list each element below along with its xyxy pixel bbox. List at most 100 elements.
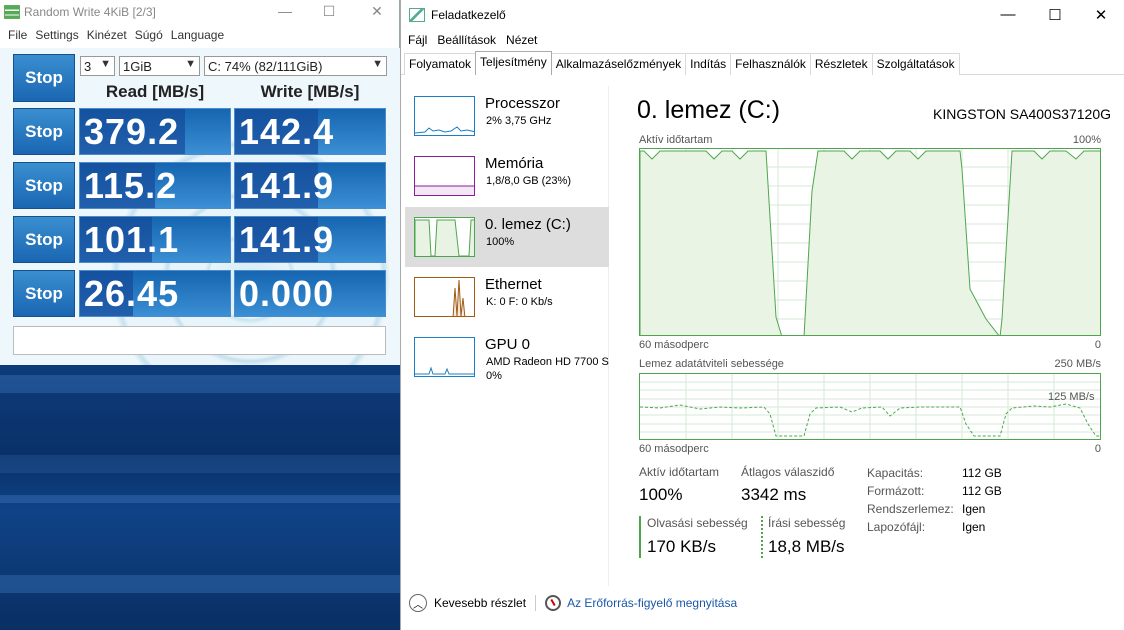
- cdm-titlebar: Random Write 4KiB [2/3] — ☐ ✕: [0, 0, 399, 24]
- graph2-max: 250 MB/s: [1054, 358, 1101, 370]
- stop-button-seq-q1[interactable]: Stop: [13, 216, 75, 263]
- stop-button-seq[interactable]: Stop: [13, 108, 75, 155]
- read-result-2: 115.2: [79, 162, 231, 209]
- menu-file[interactable]: Fájl: [403, 33, 432, 47]
- drive-value: C: 74% (82/111GiB): [208, 58, 323, 74]
- graph1-label: Aktív időtartam: [639, 134, 713, 146]
- read-speed-value: 170 KB/s: [647, 537, 716, 556]
- close-icon[interactable]: ✕: [364, 3, 390, 20]
- read-speed-label: Olvasási sebesség: [647, 516, 748, 530]
- sidebar-sub: AMD Radeon HD 7700 S: [486, 356, 609, 368]
- sidebar-item-memory[interactable]: Memória 1,8/8,0 GB (23%): [405, 146, 609, 206]
- cdm-menubar: File Settings Kinézet Súgó Language: [0, 24, 399, 45]
- tab-details[interactable]: Részletek: [809, 53, 873, 75]
- disk-thumbnail: [414, 217, 475, 257]
- stop-button-4k-q[interactable]: Stop: [13, 162, 75, 209]
- graph2-zero: 0: [1094, 443, 1101, 455]
- menu-file[interactable]: File: [4, 28, 31, 42]
- read-result-4: 26.45: [79, 270, 231, 317]
- info-value: 112 GB: [962, 484, 1002, 498]
- sidebar-sub: 100%: [486, 236, 515, 248]
- chevron-down-icon: ▼: [100, 58, 111, 70]
- tab-services[interactable]: Szolgáltatások: [871, 53, 960, 75]
- menu-options[interactable]: Beállítások: [432, 33, 501, 47]
- sidebar-item-ethernet[interactable]: Ethernet K: 0 F: 0 Kb/s: [405, 267, 609, 327]
- divider: [535, 595, 537, 611]
- stop-button-4k-q1[interactable]: Stop: [13, 270, 75, 317]
- graph2-mid: 125 MB/s: [1048, 391, 1095, 403]
- task-manager-window: Feladatkezelő — ☐ ✕ Fájl Beállítások Néz…: [400, 0, 1124, 630]
- footer: ︿ Kevesebb részlet Az Erőforrás-figyelő …: [409, 594, 737, 612]
- write-header: Write [MB/s]: [260, 82, 360, 101]
- read-result-1: 379.2: [79, 108, 231, 155]
- tab-performance[interactable]: Teljesítmény: [475, 51, 552, 75]
- transfer-rate-graph: 125 MB/s: [639, 373, 1101, 440]
- response-time-value: 3342 ms: [741, 485, 807, 504]
- cdm-body: Stop 3 ▼ 1GiB ▼ C: 74% (82/111GiB) ▼ Read […: [0, 48, 400, 365]
- maximize-icon[interactable]: ☐: [1032, 6, 1078, 24]
- size-value: 1GiB: [123, 58, 152, 74]
- count-value: 3: [84, 58, 92, 74]
- minimize-icon[interactable]: —: [985, 6, 1031, 23]
- drive-select[interactable]: C: 74% (82/111GiB) ▼: [204, 56, 387, 76]
- active-time-label: Aktív időtartam: [639, 465, 720, 479]
- app-icon: [4, 5, 20, 19]
- menu-help[interactable]: Súgó: [131, 28, 167, 42]
- disk-model: KINGSTON SA400S37120G: [933, 106, 1111, 122]
- fewer-details-button[interactable]: Kevesebb részlet: [434, 596, 526, 610]
- read-result-3: 101.1: [79, 216, 231, 263]
- minimize-icon[interactable]: —: [272, 3, 298, 19]
- sidebar-label: Memória: [485, 155, 544, 172]
- resource-monitor-link[interactable]: Az Erőforrás-figyelő megnyitása: [567, 596, 737, 610]
- memory-thumbnail: [414, 156, 475, 196]
- chevron-down-icon: ▼: [185, 58, 196, 70]
- tm-titlebar: Feladatkezelő — ☐ ✕: [401, 0, 1124, 30]
- tab-processes[interactable]: Folyamatok: [404, 53, 477, 75]
- info-key: Formázott:: [867, 484, 925, 498]
- chevron-up-icon[interactable]: ︿: [409, 594, 427, 612]
- info-value: 112 GB: [962, 466, 1002, 480]
- info-value: Igen: [962, 502, 986, 516]
- stop-all-button[interactable]: Stop: [13, 54, 75, 102]
- active-time-value: 100%: [639, 485, 683, 504]
- sidebar-label: Processzor: [485, 95, 561, 112]
- cdm-window: Random Write 4KiB [2/3] — ☐ ✕ File Setti…: [0, 0, 400, 365]
- gpu-thumbnail: [414, 337, 475, 377]
- graph2-time: 60 másodperc: [639, 443, 709, 455]
- sidebar-sub: 2% 3,75 GHz: [486, 115, 552, 127]
- sidebar-sub: K: 0 F: 0 Kb/s: [486, 296, 553, 308]
- cpu-thumbnail: [414, 96, 475, 136]
- menu-view[interactable]: Kinézet: [83, 28, 131, 42]
- sidebar-item-disk[interactable]: 0. lemez (C:) 100%: [405, 207, 609, 267]
- cdm-title: Random Write 4KiB [2/3]: [24, 5, 156, 19]
- read-header: Read [MB/s]: [105, 82, 205, 101]
- sidebar-label: 0. lemez (C:): [485, 216, 571, 233]
- comment-field[interactable]: [13, 326, 386, 355]
- info-key: Lapozófájl:: [867, 520, 926, 534]
- graph1-max: 100%: [1072, 134, 1101, 146]
- size-select[interactable]: 1GiB ▼: [119, 56, 200, 76]
- sidebar-label: GPU 0: [485, 336, 531, 353]
- read-indicator: [639, 516, 641, 558]
- graph2-label: Lemez adatátviteli sebessége: [639, 358, 784, 370]
- graph1-time: 60 másodperc: [639, 339, 709, 351]
- tab-startup[interactable]: Indítás: [685, 53, 732, 75]
- graph1-zero: 0: [1094, 339, 1101, 351]
- page-title: 0. lemez (C:): [637, 96, 781, 124]
- tab-app-history[interactable]: Alkalmazáselőzmények: [550, 53, 687, 75]
- write-result-1: 142.4: [234, 108, 386, 155]
- tm-title: Feladatkezelő: [431, 8, 506, 22]
- ethernet-thumbnail: [414, 277, 475, 317]
- close-icon[interactable]: ✕: [1078, 6, 1124, 24]
- sidebar-item-cpu[interactable]: Processzor 2% 3,75 GHz: [405, 86, 609, 146]
- write-result-3: 141.9: [234, 216, 386, 263]
- menu-language[interactable]: Language: [167, 28, 228, 42]
- maximize-icon[interactable]: ☐: [316, 3, 342, 20]
- tab-users[interactable]: Felhasználók: [730, 53, 811, 75]
- sidebar-sub: 1,8/8,0 GB (23%): [486, 175, 571, 187]
- menu-settings[interactable]: Settings: [31, 28, 82, 42]
- menu-view[interactable]: Nézet: [501, 33, 542, 47]
- count-select[interactable]: 3 ▼: [80, 56, 115, 76]
- sidebar-item-gpu[interactable]: GPU 0 AMD Radeon HD 7700 S 0%: [405, 327, 609, 387]
- write-result-2: 141.9: [234, 162, 386, 209]
